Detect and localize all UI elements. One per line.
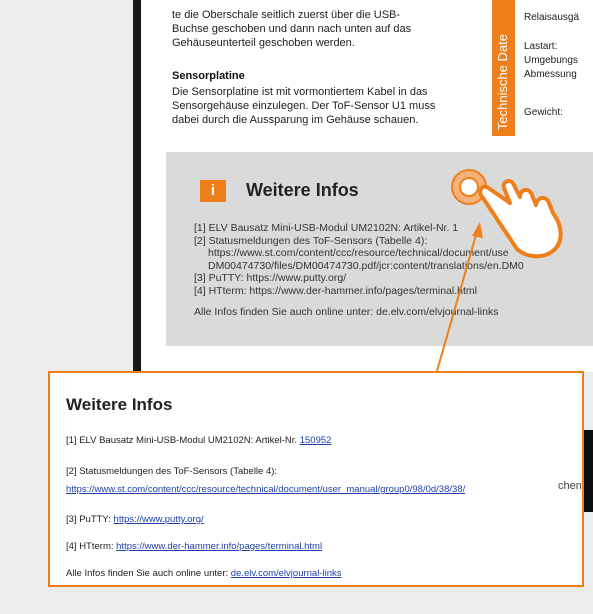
tech-data-tab-label: Technische Date bbox=[495, 33, 510, 130]
click-ripple-inner bbox=[459, 177, 479, 197]
sensor-heading: Sensorplatine bbox=[172, 70, 245, 82]
callout-footer: Alle Infos finden Sie auch online unter:… bbox=[66, 568, 341, 579]
callout-footer-text: Alle Infos finden Sie auch online unter: bbox=[66, 568, 231, 579]
callout-item-text: [2] Statusmeldungen des ToF-Sensors (Tab… bbox=[66, 466, 278, 477]
tech-row: Abmessung bbox=[524, 69, 577, 80]
callout-title: Weitere Infos bbox=[66, 395, 173, 414]
info-icon: i bbox=[200, 180, 226, 202]
tech-row: Relaisausgä bbox=[524, 12, 580, 23]
hand-pointer-icon bbox=[451, 169, 563, 259]
hand-shape bbox=[478, 179, 563, 259]
st-manual-link[interactable]: https://www.st.com/content/ccc/resource/… bbox=[66, 484, 465, 495]
intro-line: Gehäuseunterteil geschoben werden. bbox=[172, 37, 355, 49]
article-link[interactable]: 150952 bbox=[300, 435, 332, 446]
sensor-paragraph: Die Sensorplatine ist mit vormontiertem … bbox=[172, 85, 484, 127]
tech-row: Umgebungs bbox=[524, 55, 578, 66]
document-edge bbox=[133, 0, 141, 372]
callout-item-text: [3] PuTTY: bbox=[66, 514, 114, 525]
overflow-text: chen bbox=[558, 480, 582, 492]
callout-item-text: [4] HTterm: bbox=[66, 541, 117, 552]
info-footer: Alle Infos finden Sie auch online unter:… bbox=[194, 305, 499, 318]
info-box-title: Weitere Infos bbox=[246, 180, 359, 200]
putty-link[interactable]: https://www.putty.org/ bbox=[114, 514, 204, 525]
intro-paragraph: te die Oberschale seitlich zuerst über d… bbox=[172, 8, 482, 50]
info-item: [3] PuTTY: https://www.putty.org/ bbox=[194, 272, 347, 285]
sensor-line: Die Sensorplatine ist mit vormontiertem … bbox=[172, 86, 428, 98]
elvjournal-link[interactable]: de.elv.com/elvjournal-links bbox=[231, 568, 342, 579]
callout-item: https://www.st.com/content/ccc/resource/… bbox=[66, 484, 465, 495]
callout-item: [1] ELV Bausatz Mini-USB-Modul UM2102N: … bbox=[66, 435, 331, 446]
callout-item: [4] HTterm: https://www.der-hammer.info/… bbox=[66, 541, 322, 552]
intro-line: te die Oberschale seitlich zuerst über d… bbox=[172, 9, 401, 21]
zoom-callout: Weitere Infos [1] ELV Bausatz Mini-USB-M… bbox=[48, 371, 584, 587]
htterm-link[interactable]: https://www.der-hammer.info/pages/termin… bbox=[116, 541, 322, 552]
sensor-line: dabei durch die Aussparung im Gehäuse sc… bbox=[172, 114, 419, 126]
callout-item-text: [1] ELV Bausatz Mini-USB-Modul UM2102N: … bbox=[66, 435, 300, 446]
info-item: [4] HTterm: https://www.der-hammer.info/… bbox=[194, 284, 478, 297]
intro-line: Buchse geschoben und dann nach unten auf… bbox=[172, 23, 412, 35]
tech-row: Gewicht: bbox=[524, 107, 563, 118]
tech-row: Lastart: bbox=[524, 41, 558, 52]
callout-item: [3] PuTTY: https://www.putty.org/ bbox=[66, 514, 204, 525]
tech-data-tab: Technische Date bbox=[492, 0, 515, 136]
sensor-line: Sensorgehäuse einzulegen. Der ToF-Sensor… bbox=[172, 100, 436, 112]
